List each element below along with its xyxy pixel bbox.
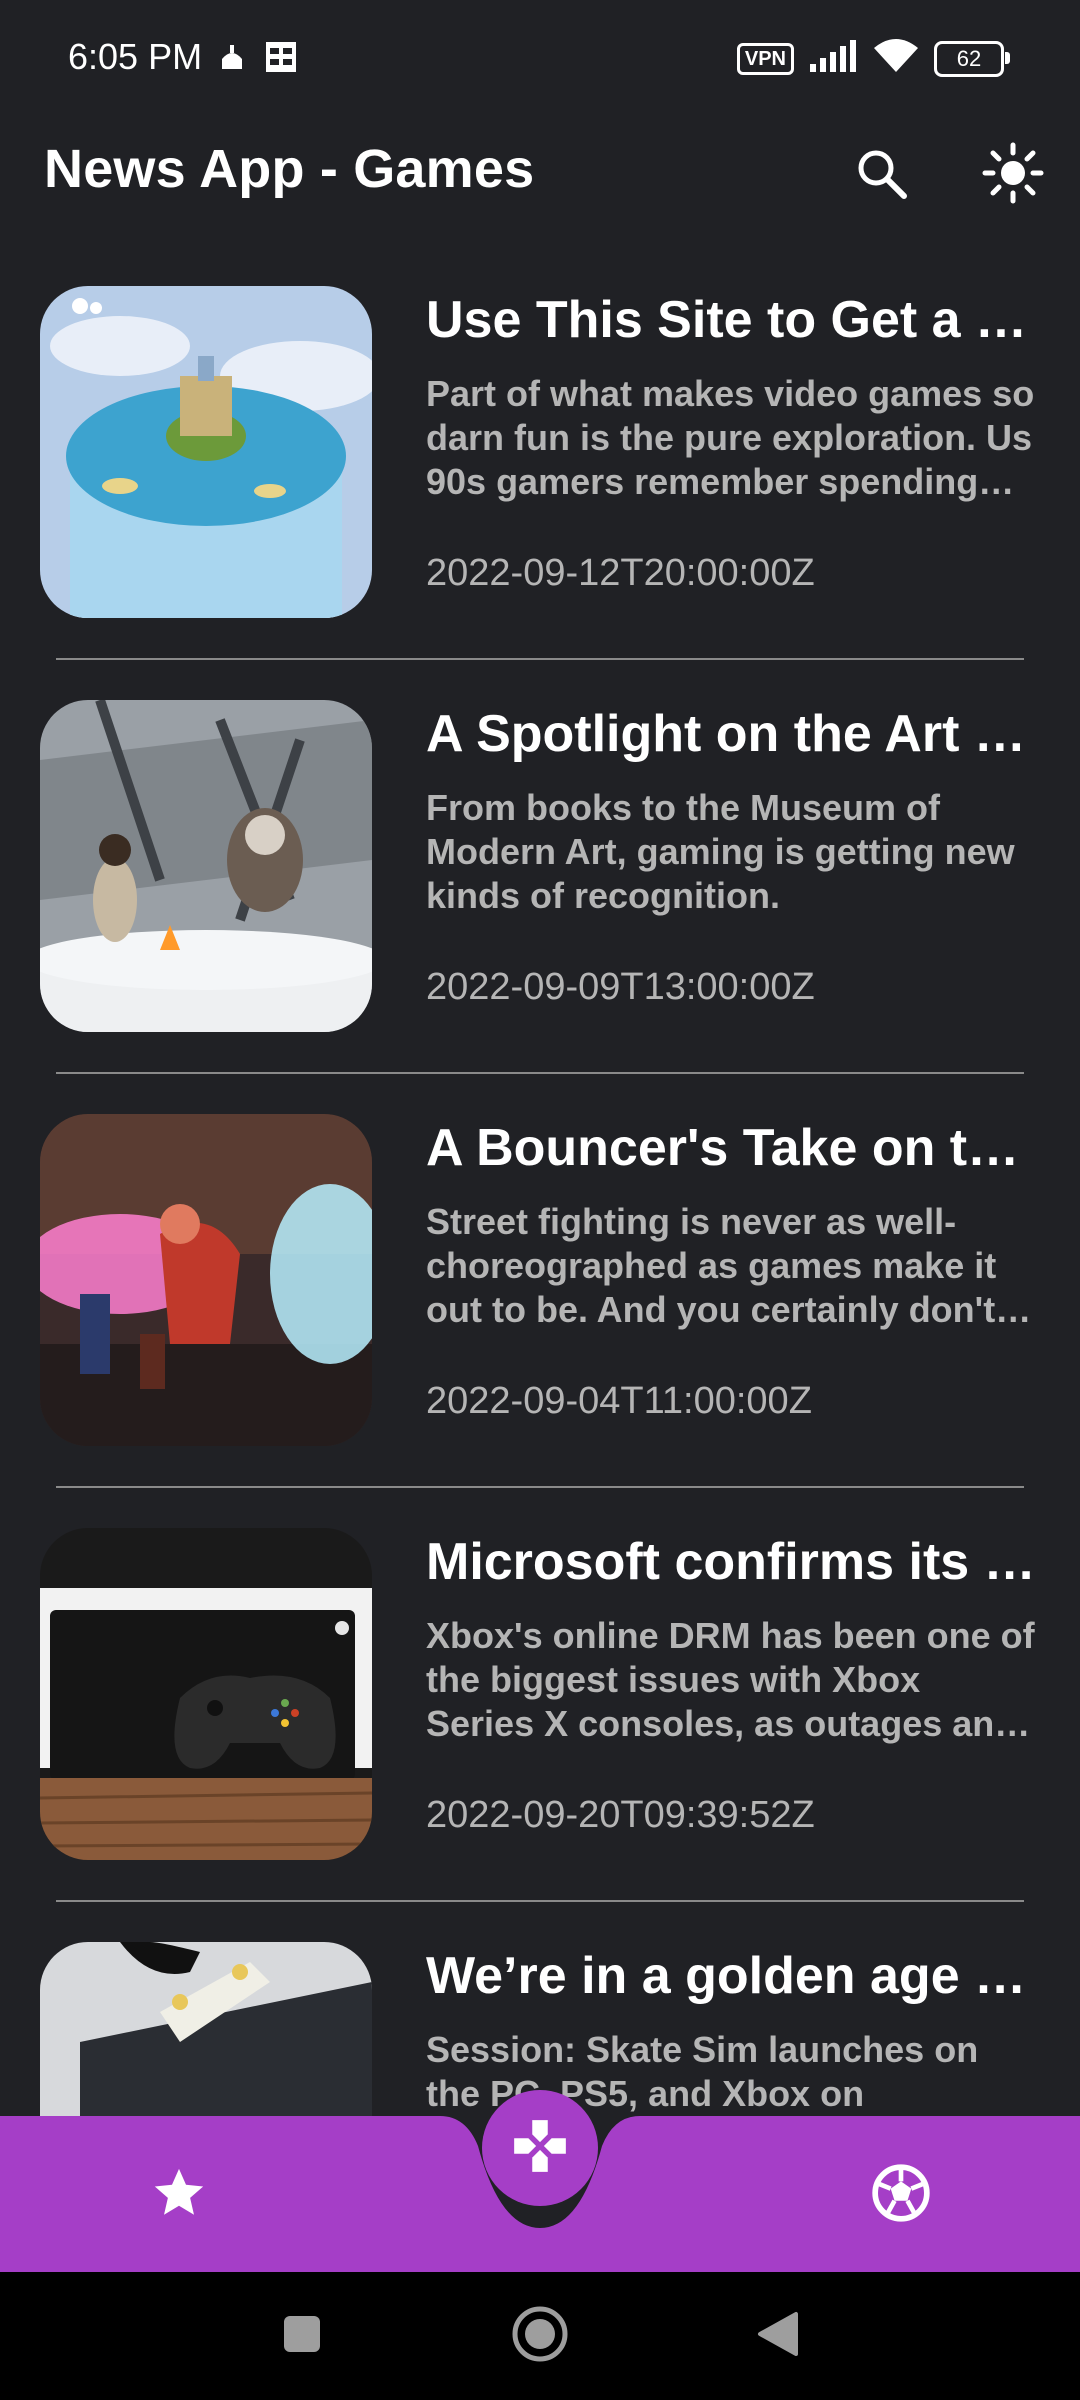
article-thumbnail xyxy=(40,1942,372,2116)
article-list[interactable]: Use This Site to Get a Bird's Eye View o… xyxy=(0,268,1080,2116)
article-title: A Bouncer's Take on the Brawls in Video … xyxy=(426,1119,1036,1177)
home-button[interactable] xyxy=(500,2296,580,2376)
nav-sports-button[interactable] xyxy=(846,2140,956,2250)
home-circle-icon xyxy=(511,2305,569,2368)
back-button[interactable] xyxy=(738,2296,818,2376)
article-description: Xbox's online DRM has been one of the bi… xyxy=(426,1615,1035,1744)
article-title: We’re in a golden age for skateboarding … xyxy=(426,1947,1036,2005)
recents-button[interactable] xyxy=(262,2296,342,2376)
article-card[interactable]: A Bouncer's Take on the Brawls in Video … xyxy=(0,1096,1080,1510)
article-card[interactable]: We’re in a golden age for skateboarding … xyxy=(0,1924,1080,2116)
signal-icon xyxy=(808,40,858,77)
star-icon xyxy=(150,2164,208,2227)
soccer-ball-icon xyxy=(870,2162,932,2229)
search-icon xyxy=(854,146,908,205)
article-title: Use This Site to Get a Bird's Eye View o… xyxy=(426,291,1036,349)
article-title: A Spotlight on the Art of Video Games xyxy=(426,705,1036,763)
status-bar: 6:05 PM VPN 62 xyxy=(0,0,1080,118)
article-thumbnail xyxy=(40,700,372,1032)
battery-level: 62 xyxy=(956,45,982,71)
article-description: From books to the Museum of Modern Art, … xyxy=(426,787,1015,916)
article-thumbnail xyxy=(40,286,372,618)
divider xyxy=(56,1072,1024,1074)
divider xyxy=(56,658,1024,660)
back-triangle-icon xyxy=(756,2310,800,2363)
battery-icon: 62 xyxy=(934,40,1010,77)
gamepad-icon xyxy=(509,2115,571,2182)
article-title: Microsoft confirms its Xbox DRM issue xyxy=(426,1533,1036,1591)
article-thumbnail xyxy=(40,1528,372,1860)
article-card[interactable]: Microsoft confirms its Xbox DRM issue Xb… xyxy=(0,1510,1080,1924)
search-button[interactable] xyxy=(838,132,924,218)
divider xyxy=(56,1900,1024,1902)
vpn-icon: VPN xyxy=(736,42,794,75)
article-date: 2022-09-09T13:00:00Z xyxy=(426,966,815,1008)
wifi-icon xyxy=(872,38,920,79)
article-card[interactable]: A Spotlight on the Art of Video Games Fr… xyxy=(0,682,1080,1096)
grid-app-icon xyxy=(264,40,298,79)
article-thumbnail xyxy=(40,1114,372,1446)
article-date: 2022-09-20T09:39:52Z xyxy=(426,1794,815,1836)
square-icon xyxy=(282,2314,322,2359)
theme-toggle-button[interactable] xyxy=(970,132,1056,218)
article-description: Part of what makes video games so darn f… xyxy=(426,373,1035,502)
brightness-icon xyxy=(982,142,1044,209)
status-time: 6:05 PM xyxy=(68,36,203,77)
divider xyxy=(56,1486,1024,1488)
nav-games-button[interactable] xyxy=(482,2090,598,2206)
system-navigation-bar xyxy=(0,2272,1080,2400)
article-date: 2022-09-04T11:00:00Z xyxy=(426,1380,812,1422)
article-card[interactable]: Use This Site to Get a Bird's Eye View o… xyxy=(0,268,1080,682)
nav-favorites-button[interactable] xyxy=(124,2140,234,2250)
app-bar: News App - Games xyxy=(0,118,1080,268)
article-description: Street fighting is never as well-choreog… xyxy=(426,1201,997,1330)
article-date: 2022-09-12T20:00:00Z xyxy=(426,552,815,594)
mosque-icon xyxy=(218,43,246,76)
page-title: News App - Games xyxy=(44,139,535,199)
